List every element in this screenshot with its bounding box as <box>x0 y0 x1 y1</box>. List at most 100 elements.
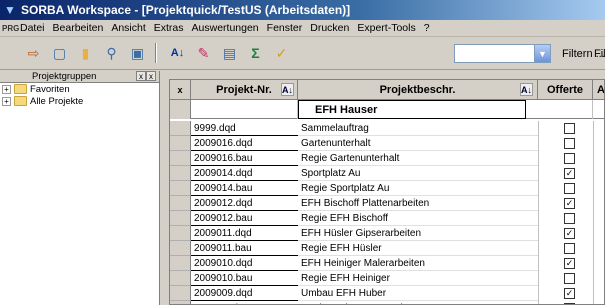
cell-projekt-nr[interactable]: 2009014.bau <box>191 181 298 196</box>
cell-projekt-nr[interactable]: 2009012.bau <box>191 211 298 226</box>
offerte-checkbox[interactable] <box>564 138 575 149</box>
column-header-projektbeschr[interactable]: Projektbeschr. A↓ <box>298 80 538 100</box>
cell-projekt-nr[interactable]: 2009011.bau <box>191 241 298 256</box>
cell-projekt-nr[interactable]: 2009011.dqd <box>191 226 298 241</box>
new-icon[interactable]: ▢ <box>48 42 71 64</box>
row-selector[interactable] <box>170 241 191 256</box>
sort-icon[interactable]: A↓ <box>166 42 189 64</box>
cell-projektbeschr[interactable]: Gartenunterhalt <box>298 136 538 151</box>
grid-corner-close-icon[interactable]: x <box>170 80 191 100</box>
expand-icon[interactable]: + <box>2 84 11 94</box>
row-selector[interactable] <box>170 166 191 181</box>
filter-offerte-input[interactable] <box>538 100 593 119</box>
pin-icon[interactable]: x <box>136 71 146 81</box>
table-row[interactable]: 2009016.bau Regie Gartenunterhalt <box>170 151 604 166</box>
row-selector[interactable] <box>170 181 191 196</box>
cell-projektbeschr[interactable]: Regie Sportplatz Au <box>298 181 538 196</box>
close-icon[interactable]: x <box>146 71 156 81</box>
row-selector[interactable] <box>170 151 191 166</box>
tree-item-favoriten[interactable]: + Favoriten <box>0 83 159 95</box>
tree-item-alle-projekte[interactable]: + Alle Projekte <box>0 95 159 107</box>
cell-projekt-nr[interactable]: 2009009.bau <box>191 301 298 304</box>
menu-help[interactable]: ? <box>420 22 434 34</box>
check-icon[interactable]: ✓ <box>270 42 293 64</box>
cell-projektbeschr[interactable]: Regie EFH Hüsler <box>298 241 538 256</box>
menu-auswertungen[interactable]: Auswertungen <box>188 22 263 34</box>
offerte-checkbox[interactable] <box>564 213 575 224</box>
row-selector[interactable] <box>170 211 191 226</box>
table-row[interactable]: 2009014.bau Regie Sportplatz Au <box>170 181 604 196</box>
sum-icon[interactable]: Σ <box>244 42 267 64</box>
offerte-checkbox[interactable]: ✓ <box>564 198 575 209</box>
cell-projektbeschr[interactable]: EFH Heiniger Malerarbeiten <box>298 256 538 271</box>
row-selector[interactable] <box>170 256 191 271</box>
table-row[interactable]: 2009009.dqd Umbau EFH Huber ✓ <box>170 286 604 301</box>
cell-projekt-nr[interactable]: 2009010.bau <box>191 271 298 286</box>
offerte-checkbox[interactable] <box>564 183 575 194</box>
table-row[interactable]: 9999.dqd Sammelauftrag <box>170 121 604 136</box>
sort-icon[interactable]: A↓ <box>281 83 294 96</box>
cell-projekt-nr[interactable]: 2009010.dqd <box>191 256 298 271</box>
offerte-checkbox[interactable]: ✓ <box>564 228 575 239</box>
table-row[interactable]: 2009011.bau Regie EFH Hüsler <box>170 241 604 256</box>
offerte-checkbox[interactable] <box>564 123 575 134</box>
cell-projektbeschr[interactable]: EFH Bischoff Plattenarbeiten <box>298 196 538 211</box>
menu-datei[interactable]: Datei <box>16 22 49 34</box>
offerte-checkbox[interactable]: ✓ <box>564 258 575 269</box>
cell-projekt-nr[interactable]: 2009014.dqd <box>191 166 298 181</box>
offerte-checkbox[interactable] <box>564 243 575 254</box>
exit-icon[interactable]: ⇨ <box>22 42 45 64</box>
row-selector[interactable] <box>170 226 191 241</box>
column-header-projekt-nr[interactable]: Projekt-Nr. A↓ <box>191 80 298 100</box>
column-header-offerte[interactable]: Offerte <box>538 80 593 100</box>
cell-projektbeschr[interactable]: Regie EFH Heiniger <box>298 271 538 286</box>
table-row[interactable]: 2009012.dqd EFH Bischoff Plattenarbeiten ✓ <box>170 196 604 211</box>
table-row[interactable]: 2009012.bau Regie EFH Bischoff <box>170 211 604 226</box>
toolbar-overflow-label[interactable]: Fil <box>594 48 605 60</box>
cell-projektbeschr[interactable]: Regie EFH Bischoff <box>298 211 538 226</box>
search-icon[interactable]: ⚲ <box>100 42 123 64</box>
table-row[interactable]: 2009016.dqd Gartenunterhalt <box>170 136 604 151</box>
chevron-down-icon[interactable]: ▼ <box>534 45 550 62</box>
table-row[interactable]: 2009010.dqd EFH Heiniger Malerarbeiten ✓ <box>170 256 604 271</box>
table-row[interactable]: 2009011.dqd EFH Hüsler Gipserarbeiten ✓ <box>170 226 604 241</box>
cell-projekt-nr[interactable]: 2009009.dqd <box>191 286 298 301</box>
menu-fenster[interactable]: Fenster <box>263 22 307 34</box>
copy-icon[interactable]: ▮ <box>74 42 97 64</box>
sort-icon[interactable]: A↓ <box>520 83 533 96</box>
row-selector[interactable] <box>170 271 191 286</box>
cell-projekt-nr[interactable]: 9999.dqd <box>191 121 298 136</box>
picture-icon[interactable]: ▣ <box>126 42 149 64</box>
table-row[interactable]: 2009010.bau Regie EFH Heiniger <box>170 271 604 286</box>
row-selector[interactable] <box>170 301 191 304</box>
menu-extras[interactable]: Extras <box>150 22 188 34</box>
offerte-checkbox[interactable] <box>564 273 575 284</box>
cell-projektbeschr[interactable]: Regie Gartenunterhalt <box>298 151 538 166</box>
menu-expert-tools[interactable]: Expert-Tools <box>353 22 419 34</box>
row-selector[interactable] <box>170 286 191 301</box>
filter-dropdown[interactable]: ▼ <box>454 44 551 63</box>
edit-icon[interactable]: ✎ <box>192 42 215 64</box>
expand-icon[interactable]: + <box>2 96 11 106</box>
filter-row-selector[interactable] <box>170 100 191 119</box>
table-row[interactable]: 2009009.bauRegie Umbau EFH Huber <box>170 301 604 304</box>
row-selector[interactable] <box>170 136 191 151</box>
calculator-icon[interactable]: ▤ <box>218 42 241 64</box>
menu-bearbeiten[interactable]: Bearbeiten <box>49 22 108 34</box>
cell-projektbeschr[interactable]: Sammelauftrag <box>298 121 538 136</box>
cell-projektbeschr[interactable]: EFH Hüsler Gipserarbeiten <box>298 226 538 241</box>
filter-projektbeschr-input[interactable]: EFH Hauser <box>298 100 526 119</box>
row-selector[interactable] <box>170 196 191 211</box>
offerte-checkbox[interactable] <box>564 153 575 164</box>
column-header-a[interactable]: A <box>593 80 604 100</box>
filter-projekt-nr-input[interactable] <box>191 100 298 119</box>
cell-projektbeschr[interactable]: Umbau EFH Huber <box>298 286 538 301</box>
cell-projekt-nr[interactable]: 2009012.dqd <box>191 196 298 211</box>
cell-projektbeschr[interactable]: Regie Umbau EFH Huber <box>298 301 538 304</box>
cell-projektbeschr[interactable]: Sportplatz Au <box>298 166 538 181</box>
row-selector[interactable] <box>170 121 191 136</box>
mdi-icon[interactable]: PRG <box>2 24 19 33</box>
cell-projekt-nr[interactable]: 2009016.dqd <box>191 136 298 151</box>
cell-projekt-nr[interactable]: 2009016.bau <box>191 151 298 166</box>
table-row[interactable]: 2009014.dqd Sportplatz Au ✓ <box>170 166 604 181</box>
